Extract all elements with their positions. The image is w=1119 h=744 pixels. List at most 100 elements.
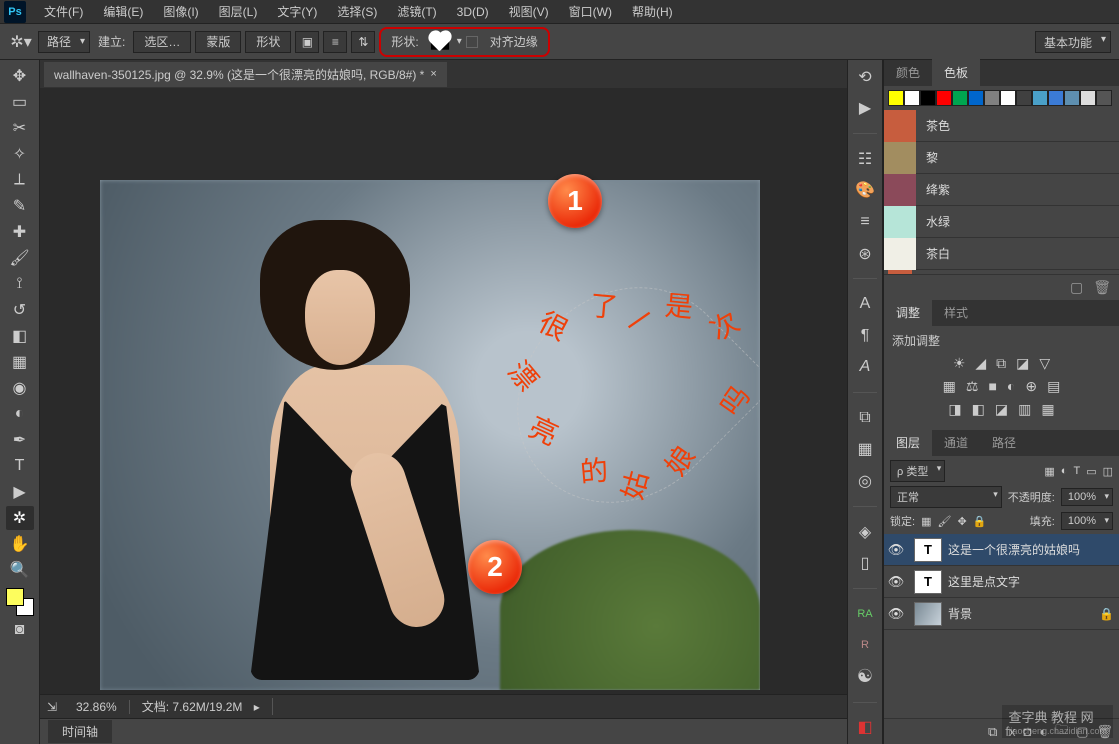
device-icon[interactable]: ▯ xyxy=(853,552,877,574)
canvas[interactable]: 很 了 一 是 次 漂 亮 吗 的 姑 娘 1 2 xyxy=(40,88,847,694)
fill-adjust-icon[interactable]: ◐ xyxy=(1039,724,1047,739)
heart-text-path[interactable]: 很 了 一 是 次 漂 亮 吗 的 姑 娘 xyxy=(500,285,750,505)
timeline-tab[interactable]: 时间轴 xyxy=(48,720,112,743)
path-align-icon[interactable]: ≡ xyxy=(323,31,347,53)
lock-pixel-icon[interactable]: 🖌 xyxy=(937,515,951,528)
adjust-invert-icon[interactable]: ◨ xyxy=(948,401,961,418)
lock-all-icon[interactable]: 🔒 xyxy=(973,515,987,528)
layer-row[interactable]: 👁T这里是点文字 xyxy=(884,566,1119,598)
make-selection-button[interactable]: 选区… xyxy=(133,31,191,53)
swatch-chip[interactable] xyxy=(1016,90,1032,106)
mask-icon[interactable]: ◘ xyxy=(1023,724,1031,739)
actions-icon[interactable]: ▶ xyxy=(853,98,877,120)
info-icon[interactable]: ⊛ xyxy=(853,243,877,265)
swatch-chip[interactable] xyxy=(968,90,984,106)
workspace-dropdown[interactable]: 基本功能 xyxy=(1035,31,1111,53)
layer-row[interactable]: 👁T这是一个很漂亮的姑娘吗 xyxy=(884,534,1119,566)
tab-adjustments[interactable]: 调整 xyxy=(884,299,932,326)
swatch-row[interactable]: 茶白 xyxy=(884,238,1119,270)
navigator-icon[interactable]: ▦ xyxy=(853,439,877,461)
menu-help[interactable]: 帮助(H) xyxy=(622,3,683,20)
menu-view[interactable]: 视图(V) xyxy=(499,3,559,20)
visibility-icon[interactable]: 👁 xyxy=(884,574,908,590)
heart-shape-preview[interactable] xyxy=(431,34,449,49)
visibility-icon[interactable]: 👁 xyxy=(884,606,908,622)
swatch-row[interactable]: 绛紫 xyxy=(884,174,1119,206)
char-style-icon[interactable]: A xyxy=(853,357,877,379)
fg-color-swatch[interactable] xyxy=(6,588,24,606)
swatch-chip[interactable] xyxy=(1080,90,1096,106)
swatches-list[interactable]: 茶色黎绛紫水绿茶白 xyxy=(884,110,1119,270)
adjust-threshold-icon[interactable]: ◪ xyxy=(995,401,1008,418)
swatches-grid[interactable] xyxy=(884,86,1119,110)
swatch-chip[interactable] xyxy=(888,90,904,106)
dodge-tool[interactable]: ◐ xyxy=(6,402,34,426)
quickmask-toggle[interactable]: ◙ xyxy=(6,618,34,642)
layer-list[interactable]: 👁T这是一个很漂亮的姑娘吗👁T这里是点文字👁背景🔒 xyxy=(884,534,1119,718)
new-layer-icon[interactable]: ▢ xyxy=(1076,724,1088,740)
zoom-readout[interactable]: 32.86% xyxy=(64,700,130,714)
blur-tool[interactable]: ◉ xyxy=(6,376,34,400)
eyedropper-tool[interactable]: ✎ xyxy=(6,194,34,218)
group-icon[interactable]: 🗀 xyxy=(1055,721,1068,743)
brush-preset-icon[interactable]: ≡ xyxy=(853,211,877,233)
filter-smart-icon[interactable]: ◫ xyxy=(1103,465,1113,478)
crop-tool[interactable]: ⟂ xyxy=(6,168,34,192)
expand-icon[interactable]: ⇲ xyxy=(40,700,64,714)
swatch-row[interactable]: 黎 xyxy=(884,142,1119,174)
adjust-balance-icon[interactable]: ⚖ xyxy=(966,378,979,395)
lock-trans-icon[interactable]: ▦ xyxy=(921,515,931,528)
make-mask-button[interactable]: 蒙版 xyxy=(195,31,241,53)
adjust-gradmap-icon[interactable]: ▥ xyxy=(1018,401,1031,418)
move-tool[interactable]: ✥ xyxy=(6,64,34,88)
history-brush-tool[interactable]: ↺ xyxy=(6,298,34,322)
menu-layer[interactable]: 图层(L) xyxy=(209,3,268,20)
eraser-tool[interactable]: ◧ xyxy=(6,324,34,348)
swatch-chip[interactable] xyxy=(952,90,968,106)
lasso-tool[interactable]: ✂ xyxy=(6,116,34,140)
delete-swatch-icon[interactable]: 🗑 xyxy=(1093,279,1111,296)
adjust-exposure-icon[interactable]: ◪ xyxy=(1016,355,1029,372)
tab-layers[interactable]: 图层 xyxy=(884,429,932,456)
swatch-chip[interactable] xyxy=(1032,90,1048,106)
blend-mode-dropdown[interactable]: 正常 xyxy=(890,486,1002,508)
gradient-tool[interactable]: ▦ xyxy=(6,350,34,374)
clone-icon[interactable]: ⧉ xyxy=(853,407,877,429)
swatch-chip[interactable] xyxy=(1000,90,1016,106)
fill-field[interactable]: 100% xyxy=(1061,512,1113,530)
tool-preset-icon[interactable]: ✲▾ xyxy=(8,29,34,55)
swatch-chip[interactable] xyxy=(936,90,952,106)
paragraph-icon[interactable]: ¶ xyxy=(853,325,877,347)
adjust-photo-icon[interactable]: ◐ xyxy=(1007,378,1015,395)
close-tab-icon[interactable]: × xyxy=(430,68,436,80)
swatch-row[interactable]: 水绿 xyxy=(884,206,1119,238)
opacity-field[interactable]: 100% xyxy=(1061,488,1113,506)
visibility-icon[interactable]: 👁 xyxy=(884,542,908,558)
adjust-bw-icon[interactable]: ■ xyxy=(988,378,996,395)
swatch-chip[interactable] xyxy=(984,90,1000,106)
adjust-brightness-icon[interactable]: ☀ xyxy=(953,355,966,372)
plugin-ra-icon[interactable]: RA xyxy=(853,603,877,625)
marquee-tool[interactable]: ▭ xyxy=(6,90,34,114)
type-tool[interactable]: T xyxy=(6,454,34,478)
make-shape-button[interactable]: 形状 xyxy=(245,31,291,53)
path-mode-dropdown[interactable]: 路径 xyxy=(38,31,90,53)
path-select-tool[interactable]: ▶ xyxy=(6,480,34,504)
tab-swatches[interactable]: 色板 xyxy=(932,59,980,86)
filter-pixel-icon[interactable]: ▦ xyxy=(1044,465,1054,478)
tab-paths[interactable]: 路径 xyxy=(980,429,1028,456)
menu-file[interactable]: 文件(F) xyxy=(34,3,93,20)
pen-tool[interactable]: ✒ xyxy=(6,428,34,452)
document-tab[interactable]: wallhaven-350125.jpg @ 32.9% (这是一个很漂亮的姑娘… xyxy=(44,62,447,87)
swatch-chip[interactable] xyxy=(920,90,936,106)
path-op-icon[interactable]: ▣ xyxy=(295,31,319,53)
3d-icon[interactable]: ◈ xyxy=(853,521,877,543)
docsize-readout[interactable]: 文档: 7.62M/19.2M ▸ xyxy=(130,698,273,715)
delete-layer-icon[interactable]: 🗑 xyxy=(1096,724,1113,740)
layer-filter-dropdown[interactable]: ρ 类型 xyxy=(890,460,945,482)
swatch-chip[interactable] xyxy=(904,90,920,106)
tab-color[interactable]: 颜色 xyxy=(884,59,932,86)
adjust-hue-icon[interactable]: ▦ xyxy=(943,378,956,395)
brush-icon[interactable]: 🎨 xyxy=(853,180,877,202)
adjust-poster-icon[interactable]: ◧ xyxy=(972,401,985,418)
